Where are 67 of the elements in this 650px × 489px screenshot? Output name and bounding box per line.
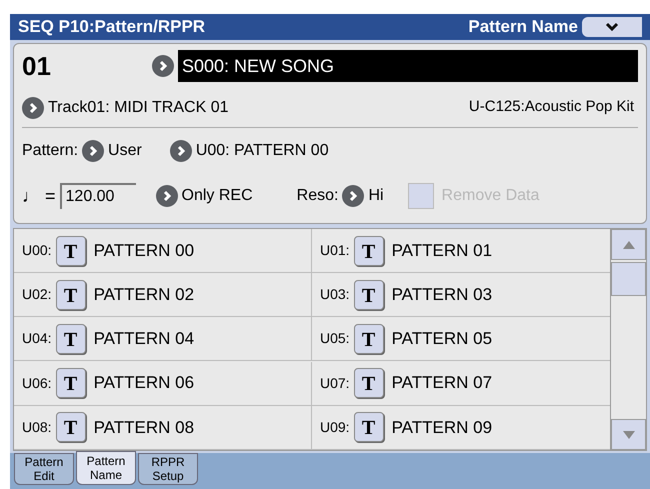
- tempo-field[interactable]: 120.00: [60, 183, 136, 209]
- rename-button[interactable]: T: [354, 280, 384, 310]
- pattern-id: U05:: [320, 329, 350, 348]
- scroll-down-button[interactable]: [611, 419, 646, 450]
- arrow-button[interactable]: [170, 140, 192, 162]
- rename-button[interactable]: T: [354, 368, 384, 398]
- rename-button[interactable]: T: [354, 236, 384, 266]
- chevron-right-icon: [88, 145, 98, 157]
- pattern-name: PATTERN 04: [94, 328, 194, 350]
- song-number: 01: [22, 50, 52, 82]
- arrow-button[interactable]: [22, 96, 44, 118]
- pattern-id: U03:: [320, 285, 350, 304]
- scroll-up-button[interactable]: [611, 229, 646, 260]
- rename-button[interactable]: T: [56, 236, 86, 266]
- pattern-label: Pattern:: [22, 141, 78, 161]
- pattern-id: U04:: [22, 329, 52, 348]
- pattern-name: PATTERN 03: [392, 284, 492, 306]
- arrow-button[interactable]: [152, 55, 174, 77]
- chevron-right-icon: [28, 102, 38, 114]
- pattern-id: U07:: [320, 374, 350, 393]
- tab[interactable]: Pattern Edit: [14, 453, 74, 485]
- chevron-right-icon: [158, 60, 168, 72]
- tab[interactable]: Pattern Name: [76, 451, 136, 485]
- reso-label: Reso:: [296, 186, 338, 206]
- rename-button[interactable]: T: [354, 324, 384, 354]
- pattern-name: PATTERN 07: [392, 372, 492, 394]
- arrow-button[interactable]: [156, 185, 178, 207]
- rec-mode: Only REC: [182, 186, 253, 206]
- down-triangle-icon: [622, 430, 634, 438]
- pattern-name: PATTERN 06: [94, 372, 194, 394]
- track-name: Track01: MIDI TRACK 01: [48, 98, 228, 118]
- up-triangle-icon: [622, 240, 634, 248]
- pattern-id: U06:: [22, 374, 52, 393]
- pattern-name: PATTERN 08: [94, 416, 194, 439]
- tab[interactable]: RPPR Setup: [138, 453, 198, 485]
- pattern-id: U00:: [22, 241, 52, 260]
- arrow-button[interactable]: [82, 140, 104, 162]
- pattern-id: U09:: [320, 418, 350, 437]
- pattern-name: PATTERN 09: [392, 416, 492, 439]
- rename-button[interactable]: T: [56, 368, 86, 398]
- chevron-right-icon: [162, 190, 172, 202]
- scroll-thumb[interactable]: [611, 262, 646, 296]
- chevron-down-icon: [605, 22, 619, 32]
- reso-value: Hi: [368, 186, 384, 206]
- rename-button[interactable]: T: [56, 324, 86, 354]
- arrow-button[interactable]: [342, 185, 364, 207]
- rename-button[interactable]: T: [56, 412, 86, 442]
- chevron-right-icon: [176, 145, 186, 157]
- chevron-right-icon: [348, 190, 358, 202]
- tempo-label: ♩ =: [22, 184, 56, 208]
- pattern-name: PATTERN 00: [94, 240, 194, 262]
- pattern-name: PATTERN 01: [392, 240, 492, 262]
- pattern-name: PATTERN 02: [94, 284, 194, 306]
- page-title: SEQ P10:Pattern/RPPR: [18, 16, 206, 38]
- pattern-value: U00: PATTERN 00: [196, 141, 329, 161]
- scrollbar[interactable]: [610, 229, 646, 450]
- pattern-id: U08:: [22, 418, 52, 437]
- pattern-id: U01:: [320, 241, 350, 260]
- program-name: U-C125:Acoustic Pop Kit: [468, 97, 634, 118]
- menu-button[interactable]: [582, 17, 642, 37]
- pattern-bank: User: [108, 141, 142, 161]
- song-name-field[interactable]: S000: NEW SONG: [178, 50, 638, 82]
- pattern-id: U02:: [22, 285, 52, 304]
- rename-button[interactable]: T: [56, 280, 86, 310]
- rename-button[interactable]: T: [354, 412, 384, 442]
- pattern-name: PATTERN 05: [392, 328, 492, 350]
- page-name: Pattern Name: [468, 16, 578, 38]
